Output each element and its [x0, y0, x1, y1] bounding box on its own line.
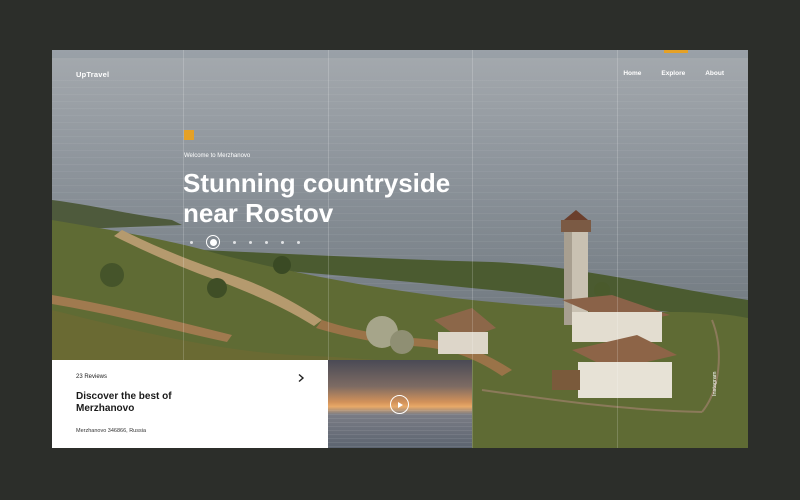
- hero-frame: UpTravel Home Explore About Welcome to M…: [52, 50, 748, 448]
- brand-logo[interactable]: UpTravel: [76, 70, 109, 79]
- card-title: Discover the best of Merzhanovo: [76, 391, 172, 414]
- slider-dot[interactable]: [233, 240, 236, 244]
- play-icon[interactable]: [390, 395, 409, 414]
- nav-item-about[interactable]: About: [705, 70, 724, 77]
- slider-dots: [190, 235, 300, 249]
- grid-line: [617, 50, 618, 448]
- slider-dot[interactable]: [265, 240, 268, 244]
- nav-item-explore[interactable]: Explore: [661, 70, 685, 77]
- slider-dot[interactable]: [249, 240, 252, 244]
- hero-headline-line2: near Rostov: [183, 198, 334, 228]
- nav-active-indicator: [664, 50, 688, 53]
- video-water-texture: [328, 410, 472, 448]
- slider-dot[interactable]: [190, 240, 193, 244]
- card-address: Merzhanovo 346866, Russia: [76, 428, 147, 434]
- hero-headline-line1: Stunning countryside: [183, 168, 451, 198]
- reviews-count: 23 Reviews: [76, 374, 108, 380]
- hero-headline: Stunning countryside near Rostov: [183, 168, 503, 228]
- main-nav: Home Explore About: [623, 70, 724, 77]
- destination-card[interactable]: 23 Reviews Discover the best of Merzhano…: [52, 360, 328, 448]
- nav-item-home[interactable]: Home: [623, 70, 641, 77]
- slider-dot[interactable]: [297, 240, 300, 244]
- accent-square: [184, 130, 194, 140]
- grid-line: [472, 50, 473, 448]
- instagram-link[interactable]: Instagram: [712, 372, 718, 396]
- video-thumbnail[interactable]: [328, 360, 472, 448]
- slider-dot[interactable]: [281, 240, 284, 244]
- slider-dot-active[interactable]: [206, 235, 220, 249]
- chevron-right-icon[interactable]: [296, 373, 306, 383]
- welcome-text: Welcome to Merzhanovo: [184, 153, 251, 159]
